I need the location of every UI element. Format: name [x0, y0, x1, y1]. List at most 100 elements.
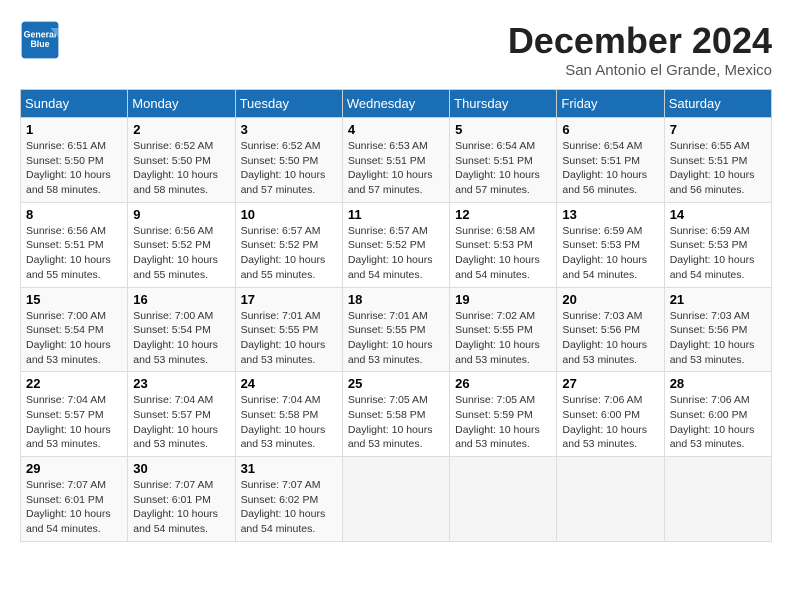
- day-detail: Sunrise: 7:07 AM Sunset: 6:02 PM Dayligh…: [241, 478, 337, 537]
- day-number: 15: [26, 292, 122, 307]
- header-sunday: Sunday: [21, 90, 128, 118]
- calendar-day-cell: 22 Sunrise: 7:04 AM Sunset: 5:57 PM Dayl…: [21, 372, 128, 457]
- calendar-day-cell: 14 Sunrise: 6:59 AM Sunset: 5:53 PM Dayl…: [664, 202, 771, 287]
- day-number: 25: [348, 376, 444, 391]
- day-detail: Sunrise: 7:02 AM Sunset: 5:55 PM Dayligh…: [455, 309, 551, 368]
- day-number: 9: [133, 207, 229, 222]
- day-number: 24: [241, 376, 337, 391]
- calendar-day-cell: 20 Sunrise: 7:03 AM Sunset: 5:56 PM Dayl…: [557, 287, 664, 372]
- day-detail: Sunrise: 6:53 AM Sunset: 5:51 PM Dayligh…: [348, 139, 444, 198]
- calendar-day-cell: 13 Sunrise: 6:59 AM Sunset: 5:53 PM Dayl…: [557, 202, 664, 287]
- calendar-day-cell: 5 Sunrise: 6:54 AM Sunset: 5:51 PM Dayli…: [450, 118, 557, 203]
- calendar-day-cell: 10 Sunrise: 6:57 AM Sunset: 5:52 PM Dayl…: [235, 202, 342, 287]
- day-number: 28: [670, 376, 766, 391]
- calendar-day-cell: 4 Sunrise: 6:53 AM Sunset: 5:51 PM Dayli…: [342, 118, 449, 203]
- day-number: 30: [133, 461, 229, 476]
- calendar-day-cell: 8 Sunrise: 6:56 AM Sunset: 5:51 PM Dayli…: [21, 202, 128, 287]
- day-detail: Sunrise: 7:03 AM Sunset: 5:56 PM Dayligh…: [670, 309, 766, 368]
- day-number: 29: [26, 461, 122, 476]
- day-number: 5: [455, 122, 551, 137]
- day-detail: Sunrise: 6:51 AM Sunset: 5:50 PM Dayligh…: [26, 139, 122, 198]
- day-detail: Sunrise: 6:52 AM Sunset: 5:50 PM Dayligh…: [241, 139, 337, 198]
- calendar-table: Sunday Monday Tuesday Wednesday Thursday…: [20, 89, 772, 542]
- calendar-day-cell: 11 Sunrise: 6:57 AM Sunset: 5:52 PM Dayl…: [342, 202, 449, 287]
- calendar-day-cell: 16 Sunrise: 7:00 AM Sunset: 5:54 PM Dayl…: [128, 287, 235, 372]
- day-detail: Sunrise: 7:00 AM Sunset: 5:54 PM Dayligh…: [133, 309, 229, 368]
- header-tuesday: Tuesday: [235, 90, 342, 118]
- title-area: December 2024 San Antonio el Grande, Mex…: [508, 20, 772, 79]
- calendar-day-cell: 30 Sunrise: 7:07 AM Sunset: 6:01 PM Dayl…: [128, 457, 235, 542]
- day-number: 10: [241, 207, 337, 222]
- calendar-day-cell: 28 Sunrise: 7:06 AM Sunset: 6:00 PM Dayl…: [664, 372, 771, 457]
- calendar-day-cell: 23 Sunrise: 7:04 AM Sunset: 5:57 PM Dayl…: [128, 372, 235, 457]
- day-number: 21: [670, 292, 766, 307]
- day-detail: Sunrise: 7:00 AM Sunset: 5:54 PM Dayligh…: [26, 309, 122, 368]
- day-detail: Sunrise: 6:59 AM Sunset: 5:53 PM Dayligh…: [670, 224, 766, 283]
- day-number: 16: [133, 292, 229, 307]
- calendar-day-cell: 12 Sunrise: 6:58 AM Sunset: 5:53 PM Dayl…: [450, 202, 557, 287]
- calendar-day-cell: 18 Sunrise: 7:01 AM Sunset: 5:55 PM Dayl…: [342, 287, 449, 372]
- day-detail: Sunrise: 7:01 AM Sunset: 5:55 PM Dayligh…: [348, 309, 444, 368]
- day-number: 19: [455, 292, 551, 307]
- header-thursday: Thursday: [450, 90, 557, 118]
- day-detail: Sunrise: 7:04 AM Sunset: 5:57 PM Dayligh…: [133, 393, 229, 452]
- calendar-day-cell: 6 Sunrise: 6:54 AM Sunset: 5:51 PM Dayli…: [557, 118, 664, 203]
- day-number: 3: [241, 122, 337, 137]
- day-number: 23: [133, 376, 229, 391]
- calendar-day-cell: 17 Sunrise: 7:01 AM Sunset: 5:55 PM Dayl…: [235, 287, 342, 372]
- calendar-day-cell: 1 Sunrise: 6:51 AM Sunset: 5:50 PM Dayli…: [21, 118, 128, 203]
- day-number: 11: [348, 207, 444, 222]
- calendar-day-cell: [664, 457, 771, 542]
- day-number: 17: [241, 292, 337, 307]
- week-row-3: 15 Sunrise: 7:00 AM Sunset: 5:54 PM Dayl…: [21, 287, 772, 372]
- calendar-day-cell: [450, 457, 557, 542]
- header-friday: Friday: [557, 90, 664, 118]
- day-number: 18: [348, 292, 444, 307]
- week-row-1: 1 Sunrise: 6:51 AM Sunset: 5:50 PM Dayli…: [21, 118, 772, 203]
- day-detail: Sunrise: 7:06 AM Sunset: 6:00 PM Dayligh…: [562, 393, 658, 452]
- day-detail: Sunrise: 6:56 AM Sunset: 5:52 PM Dayligh…: [133, 224, 229, 283]
- day-number: 4: [348, 122, 444, 137]
- day-detail: Sunrise: 7:06 AM Sunset: 6:00 PM Dayligh…: [670, 393, 766, 452]
- svg-text:General: General: [24, 30, 57, 40]
- calendar-day-cell: 21 Sunrise: 7:03 AM Sunset: 5:56 PM Dayl…: [664, 287, 771, 372]
- day-detail: Sunrise: 6:54 AM Sunset: 5:51 PM Dayligh…: [562, 139, 658, 198]
- calendar-day-cell: 24 Sunrise: 7:04 AM Sunset: 5:58 PM Dayl…: [235, 372, 342, 457]
- logo-icon: General Blue: [20, 20, 60, 60]
- calendar-day-cell: 26 Sunrise: 7:05 AM Sunset: 5:59 PM Dayl…: [450, 372, 557, 457]
- day-detail: Sunrise: 7:04 AM Sunset: 5:58 PM Dayligh…: [241, 393, 337, 452]
- calendar-day-cell: [342, 457, 449, 542]
- day-detail: Sunrise: 7:03 AM Sunset: 5:56 PM Dayligh…: [562, 309, 658, 368]
- day-number: 22: [26, 376, 122, 391]
- calendar-day-cell: [557, 457, 664, 542]
- calendar-day-cell: 3 Sunrise: 6:52 AM Sunset: 5:50 PM Dayli…: [235, 118, 342, 203]
- day-number: 20: [562, 292, 658, 307]
- day-detail: Sunrise: 6:58 AM Sunset: 5:53 PM Dayligh…: [455, 224, 551, 283]
- page-header: General Blue December 2024 San Antonio e…: [20, 20, 772, 79]
- calendar-day-cell: 29 Sunrise: 7:07 AM Sunset: 6:01 PM Dayl…: [21, 457, 128, 542]
- header-saturday: Saturday: [664, 90, 771, 118]
- day-detail: Sunrise: 7:07 AM Sunset: 6:01 PM Dayligh…: [133, 478, 229, 537]
- day-detail: Sunrise: 7:05 AM Sunset: 5:58 PM Dayligh…: [348, 393, 444, 452]
- day-detail: Sunrise: 7:07 AM Sunset: 6:01 PM Dayligh…: [26, 478, 122, 537]
- week-row-4: 22 Sunrise: 7:04 AM Sunset: 5:57 PM Dayl…: [21, 372, 772, 457]
- calendar-day-cell: 31 Sunrise: 7:07 AM Sunset: 6:02 PM Dayl…: [235, 457, 342, 542]
- days-header-row: Sunday Monday Tuesday Wednesday Thursday…: [21, 90, 772, 118]
- day-number: 8: [26, 207, 122, 222]
- day-number: 7: [670, 122, 766, 137]
- day-number: 2: [133, 122, 229, 137]
- day-detail: Sunrise: 6:54 AM Sunset: 5:51 PM Dayligh…: [455, 139, 551, 198]
- day-detail: Sunrise: 6:52 AM Sunset: 5:50 PM Dayligh…: [133, 139, 229, 198]
- header-monday: Monday: [128, 90, 235, 118]
- calendar-day-cell: 2 Sunrise: 6:52 AM Sunset: 5:50 PM Dayli…: [128, 118, 235, 203]
- day-detail: Sunrise: 6:56 AM Sunset: 5:51 PM Dayligh…: [26, 224, 122, 283]
- svg-text:Blue: Blue: [30, 39, 49, 49]
- calendar-day-cell: 15 Sunrise: 7:00 AM Sunset: 5:54 PM Dayl…: [21, 287, 128, 372]
- day-number: 26: [455, 376, 551, 391]
- calendar-day-cell: 27 Sunrise: 7:06 AM Sunset: 6:00 PM Dayl…: [557, 372, 664, 457]
- day-number: 6: [562, 122, 658, 137]
- logo: General Blue: [20, 20, 66, 60]
- day-number: 27: [562, 376, 658, 391]
- day-number: 13: [562, 207, 658, 222]
- calendar-subtitle: San Antonio el Grande, Mexico: [508, 62, 772, 79]
